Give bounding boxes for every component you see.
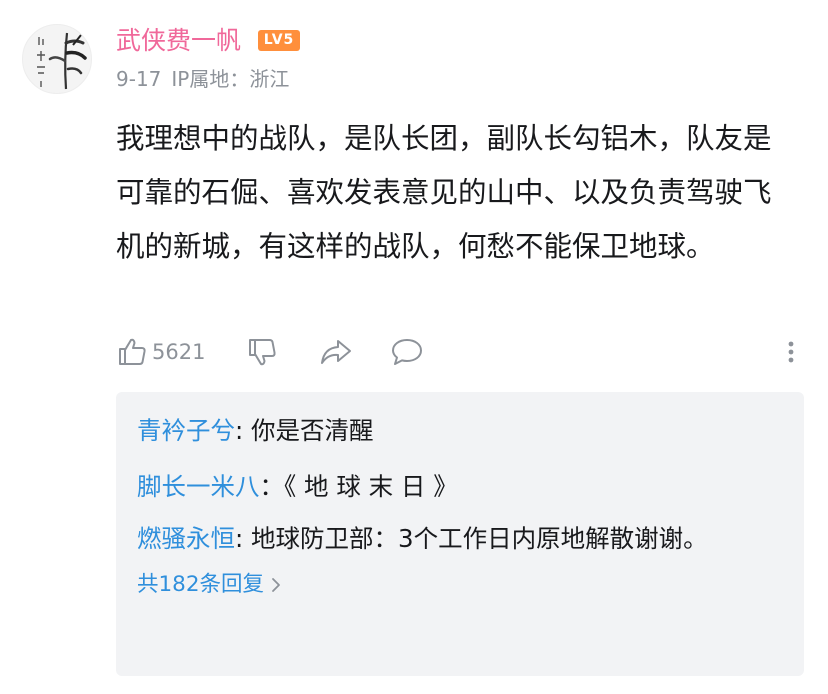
avatar-ink-bamboo-icon [37, 32, 87, 90]
reply-text: 你是否清醒 [251, 416, 374, 445]
like-button[interactable]: 5621 [116, 332, 205, 372]
reply-separator: : [235, 524, 252, 553]
reply-separator: ： [259, 472, 285, 501]
thumbs-down-icon [249, 339, 276, 366]
reply-item[interactable]: 燃骚永恒: 地球防卫部：3个工作日内原地解散谢谢。 [137, 516, 737, 562]
dislike-button[interactable] [246, 332, 278, 372]
reply-separator: : [235, 416, 252, 445]
view-all-replies-link[interactable]: 共182条回复 [137, 568, 784, 602]
more-vertical-icon [788, 341, 794, 363]
chevron-right-icon [272, 578, 280, 592]
username[interactable]: 武侠费一帆 [116, 24, 241, 58]
comment-card: 武侠费一帆 LV5 9-17 IP属地：浙江 我理想中的战队，是队长团，副队长勾铝… [0, 0, 828, 694]
reply-item[interactable]: 脚长一米八：《 地 球 末 日 》 [137, 462, 784, 512]
avatar[interactable] [22, 24, 92, 94]
reply-text: 地球防卫部：3个工作日内原地解散谢谢。 [251, 524, 708, 553]
action-bar: 5621 [116, 332, 806, 372]
reply-item[interactable]: 青衿子兮: 你是否清醒 [137, 406, 784, 456]
thumbs-up-icon [119, 338, 146, 365]
like-count: 5621 [152, 340, 206, 364]
reply-icon [392, 339, 422, 365]
reply-button[interactable] [390, 332, 424, 372]
level-badge: LV5 [258, 30, 300, 51]
reply-username[interactable]: 青衿子兮 [137, 416, 235, 445]
reply-preview-box[interactable]: 青衿子兮: 你是否清醒 脚长一米八：《 地 球 末 日 》 燃骚永恒: 地球防卫… [116, 392, 804, 676]
share-icon [321, 340, 351, 364]
reply-username[interactable]: 燃骚永恒 [137, 524, 235, 553]
more-options-button[interactable] [782, 332, 800, 372]
reply-username[interactable]: 脚长一米八 [137, 472, 260, 501]
reply-text: 《 地 球 末 日 》 [284, 472, 458, 501]
share-button[interactable] [319, 332, 353, 372]
comment-text: 我理想中的战队，是队长团，副队长勾铝木，队友是可靠的石倔、喜欢发表意见的山中、以… [116, 122, 772, 263]
comment-meta: 9-17 IP属地：浙江 [116, 64, 299, 94]
more-replies-label: 共182条回复 [137, 572, 265, 597]
comment-date: 9-17 [116, 67, 162, 91]
ip-location: IP属地：浙江 [171, 67, 290, 91]
